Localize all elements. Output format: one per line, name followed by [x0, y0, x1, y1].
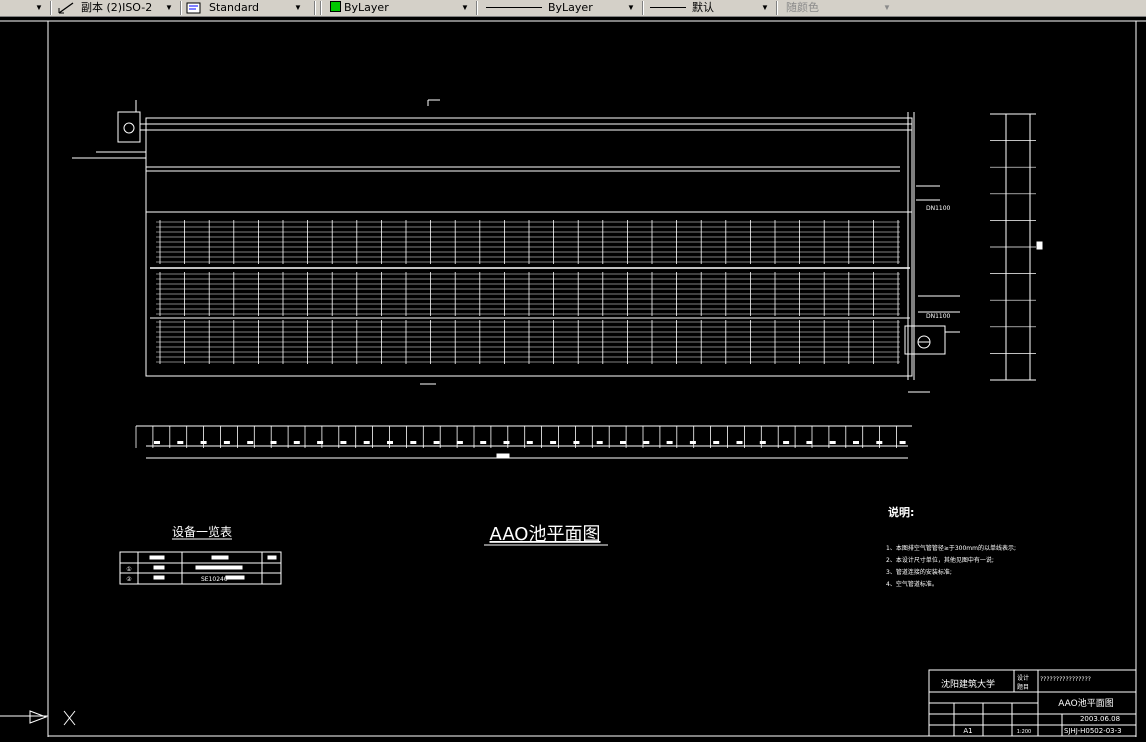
- title-block-sheet-size: A1: [963, 727, 972, 735]
- dimension-label: [713, 441, 720, 444]
- color-swatch: [330, 1, 341, 12]
- note-1: 1、本图排空气管管径≥于300mm的以单线表示;: [886, 544, 1016, 552]
- ucs-icon: [29, 710, 76, 726]
- tank-outline: [72, 99, 930, 393]
- title-block-project-label: 题目: [1017, 684, 1029, 691]
- toolbar-separator: [180, 1, 182, 15]
- dimension-label: [876, 441, 883, 444]
- aeration-grid: [150, 220, 910, 364]
- lineweight-control-select[interactable]: 默认: [650, 0, 760, 16]
- title-block-design-label: 设计: [1017, 674, 1029, 682]
- properties-toolbar: ▼ 副本 (2)ISO-2 ▼ Standard ▼ ByLayer ▼ ByL…: [0, 0, 1146, 17]
- dimension-label: [480, 441, 487, 444]
- plotstyle-control-select[interactable]: 随颜色: [786, 0, 876, 16]
- toolbar-separator: [476, 1, 478, 15]
- note-3: 3、管道连接的安装标准;: [886, 568, 952, 576]
- dimension-label: [666, 441, 673, 444]
- toolbar-separator: [642, 1, 644, 15]
- toolbar-separator: [320, 1, 322, 15]
- dimension-label: [433, 441, 440, 444]
- dimension-label: [340, 441, 347, 444]
- dn-label-mid: DN1100: [926, 313, 951, 320]
- chevron-down-icon[interactable]: ▼: [758, 0, 772, 16]
- dimension-label: [200, 441, 207, 444]
- drawing-canvas[interactable]: DN1100 DN1100 AAO池平面图 设备一览表 ① ② SE10240 …: [0, 17, 1146, 737]
- dimension-label: [317, 441, 324, 444]
- toolbar-separator: [50, 1, 52, 15]
- linetype-preview: [486, 7, 542, 8]
- chevron-down-icon[interactable]: ▼: [458, 0, 472, 16]
- note-2: 2、本设计尺寸单位，其他见图中有一说;: [886, 556, 994, 564]
- linetype-value: ByLayer: [548, 1, 593, 14]
- toolbar-separator: [314, 1, 316, 15]
- chevron-down-icon[interactable]: ▼: [291, 0, 305, 16]
- title-block-drawing-name: AAO池平面图: [1058, 697, 1114, 709]
- note-4: 4、空气管道标准。: [886, 580, 938, 588]
- dimension-label: [806, 441, 813, 444]
- dimension-label: [596, 441, 603, 444]
- title-block-project-value: ????????????????: [1040, 676, 1091, 683]
- color-control-select[interactable]: ByLayer: [330, 0, 455, 16]
- dimension-label: [829, 441, 836, 444]
- dimension-label: [899, 441, 906, 444]
- right-elevation: [990, 113, 1043, 381]
- text-style-select[interactable]: Standard: [209, 0, 289, 16]
- dimension-label: [736, 441, 743, 444]
- dimension-label: [177, 441, 184, 444]
- chevron-down-icon[interactable]: ▼: [32, 0, 46, 16]
- dimension-label: [387, 441, 393, 444]
- dimension-label: [247, 441, 254, 444]
- text-style-icon[interactable]: [185, 1, 203, 15]
- linetype-control-select[interactable]: ByLayer: [486, 0, 626, 16]
- dimension-label: [853, 441, 859, 444]
- lineweight-preview: [650, 7, 686, 8]
- dn-label-top: DN1100: [926, 205, 951, 212]
- lineweight-value: 默认: [692, 1, 714, 14]
- equipment-row-1-no: ①: [126, 566, 131, 573]
- dimension-label: [363, 441, 370, 444]
- dimension-label: [783, 441, 790, 444]
- equipment-row-2-spec: SE10240: [201, 576, 228, 583]
- equipment-table-title: 设备一览表: [172, 524, 232, 539]
- dimension-label: [550, 441, 557, 444]
- dimension-label: [410, 441, 417, 444]
- title-block-number: SJHJ-H0502-03-3: [1064, 727, 1122, 735]
- dimension-label: [456, 441, 463, 444]
- dimension-label: [270, 441, 277, 444]
- dimension-label: [573, 441, 580, 444]
- dimension-label: [643, 441, 650, 444]
- equipment-row-2-no: ②: [126, 576, 132, 583]
- drawing-title: AAO池平面图: [490, 524, 601, 545]
- title-block-scale: 1:200: [1017, 729, 1031, 735]
- dimension-label: [293, 441, 300, 444]
- chevron-down-icon[interactable]: ▼: [624, 0, 638, 16]
- dimension-label: [620, 441, 626, 444]
- chevron-down-icon[interactable]: ▼: [880, 0, 894, 16]
- dimension-style-icon[interactable]: [57, 1, 75, 15]
- dimension-label: [689, 441, 696, 444]
- dimension-chain: [135, 425, 912, 459]
- chevron-down-icon[interactable]: ▼: [162, 0, 176, 16]
- color-control-value: ByLayer: [344, 1, 389, 14]
- dimension-label: [503, 441, 510, 444]
- dimension-label: [526, 441, 533, 444]
- title-block-date: 2003.06.08: [1080, 715, 1120, 723]
- dimension-label: [154, 441, 160, 444]
- drawing-svg: DN1100 DN1100 AAO池平面图 设备一览表 ① ② SE10240 …: [0, 20, 1146, 737]
- notes-title: 说明:: [888, 505, 914, 519]
- title-block-school: 沈阳建筑大学: [941, 678, 995, 690]
- dimension-label: [223, 441, 230, 444]
- dimension-style-select[interactable]: 副本 (2)ISO-2: [81, 0, 160, 16]
- toolbar-separator: [776, 1, 778, 15]
- dimension-label: [759, 441, 766, 444]
